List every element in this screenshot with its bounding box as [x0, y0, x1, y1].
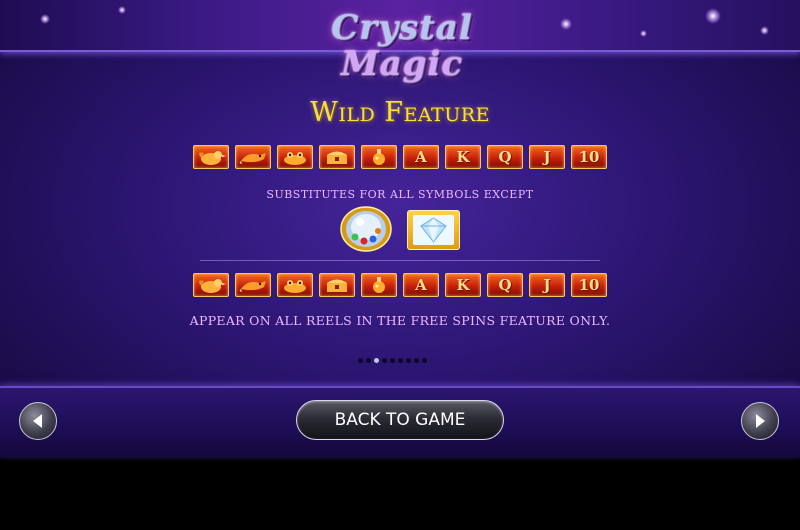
page-dot[interactable] — [414, 358, 419, 363]
sparkle — [760, 26, 769, 35]
symbol-label: J — [543, 148, 551, 166]
crystal-ball-bonus-icon — [340, 206, 392, 252]
sparkle — [560, 18, 572, 30]
potion-icon — [361, 145, 397, 169]
substitutes-text: SUBSTITUTES FOR ALL SYMBOLS EXCEPT — [266, 188, 534, 201]
sparkle — [640, 30, 647, 37]
prev-page-button[interactable] — [19, 402, 57, 440]
logo-line-2: Magic — [340, 44, 464, 84]
frog-icon — [277, 145, 313, 169]
symbol-label: K — [456, 276, 470, 294]
symbol-letter-k: K — [445, 145, 481, 169]
page-dot[interactable] — [390, 358, 395, 363]
symbol-label: K — [456, 148, 470, 166]
symbol-letter-j: J — [529, 273, 565, 297]
bird-icon — [193, 145, 229, 169]
sparkle — [705, 8, 721, 24]
feature-note: APPEAR ON ALL REELS IN THE FREE SPINS FE… — [189, 313, 611, 328]
divider — [200, 260, 600, 261]
page-title: Wild Feature — [310, 97, 490, 128]
page-dot[interactable] — [422, 358, 427, 363]
bird-icon — [193, 273, 229, 297]
back-to-game-button[interactable]: BACK TO GAME — [296, 400, 504, 440]
symbol-label: A — [415, 276, 427, 294]
fox-icon — [235, 145, 271, 169]
symbol-letter-k: K — [445, 273, 481, 297]
symbol-label: J — [543, 276, 551, 294]
sparkle — [40, 14, 50, 24]
page-dot[interactable] — [382, 358, 387, 363]
symbol-letter-a: A — [403, 145, 439, 169]
symbol-label: Q — [498, 276, 512, 294]
symbol-letter-a: A — [403, 273, 439, 297]
sparkle — [118, 6, 126, 14]
symbol-row-bottom: A K Q J 10 — [193, 273, 607, 297]
diamond-icon — [407, 210, 460, 250]
page-dot[interactable] — [358, 358, 363, 363]
symbol-label: Q — [498, 148, 512, 166]
symbol-number-10: 10 — [571, 145, 607, 169]
symbol-letter-q: Q — [487, 273, 523, 297]
symbol-label: 10 — [578, 276, 600, 294]
pagination-dots — [358, 358, 427, 363]
symbol-number-10: 10 — [571, 273, 607, 297]
fox-icon — [235, 273, 271, 297]
symbol-label: A — [415, 148, 427, 166]
logo-line-1: Crystal — [331, 8, 473, 48]
symbol-label: 10 — [578, 148, 600, 166]
game-logo: Crystal Magic — [322, 8, 482, 88]
next-page-button[interactable] — [741, 402, 779, 440]
arrow-right-icon — [756, 414, 765, 428]
potion-icon — [361, 273, 397, 297]
page-dot[interactable] — [406, 358, 411, 363]
page-dot[interactable] — [398, 358, 403, 363]
treasure-chest-icon — [319, 145, 355, 169]
symbol-letter-j: J — [529, 145, 565, 169]
arrow-left-icon — [33, 414, 42, 428]
symbol-row-top: A K Q J 10 — [193, 145, 607, 169]
page-dot[interactable] — [366, 358, 371, 363]
page-dot[interactable] — [374, 358, 379, 363]
excluded-symbols — [340, 206, 464, 252]
frog-icon — [277, 273, 313, 297]
symbol-letter-q: Q — [487, 145, 523, 169]
treasure-chest-icon — [319, 273, 355, 297]
